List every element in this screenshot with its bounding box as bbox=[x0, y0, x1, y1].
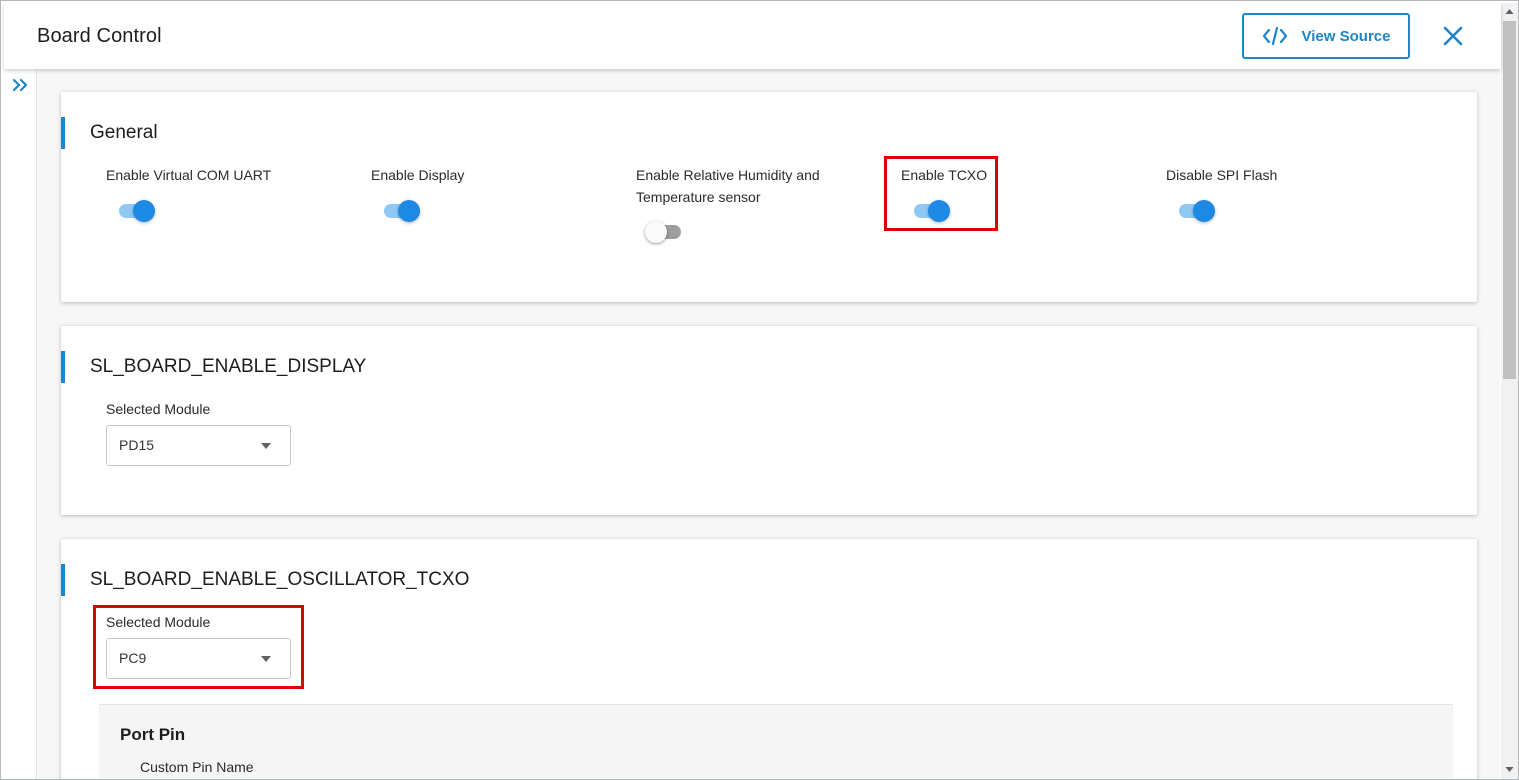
custom-pin-name-label: Custom Pin Name bbox=[140, 759, 254, 775]
toggle-enable-display[interactable] bbox=[380, 199, 420, 223]
toggle-label-humidity-line2: Temperature sensor bbox=[636, 189, 761, 205]
side-rail bbox=[1, 69, 37, 779]
toggle-label-tcxo: Enable TCXO bbox=[901, 167, 988, 183]
toggle-label-spi-flash: Disable SPI Flash bbox=[1166, 167, 1278, 183]
double-chevron-right-icon[interactable] bbox=[11, 77, 29, 93]
tcxo-module-select[interactable]: PC9 bbox=[106, 638, 291, 679]
general-card: General Enable Virtual COM UART Enable D… bbox=[61, 92, 1477, 302]
vertical-scrollbar[interactable] bbox=[1501, 3, 1518, 779]
general-title: General bbox=[61, 117, 158, 149]
tcxo-selected-module-label: Selected Module bbox=[106, 614, 211, 630]
display-selected-module-label: Selected Module bbox=[106, 401, 211, 417]
tcxo-module-value: PC9 bbox=[119, 650, 147, 666]
header-bar: Board Control View Source bbox=[4, 3, 1501, 69]
toggle-label-virtual-com: Enable Virtual COM UART bbox=[106, 167, 272, 183]
toggle-disable-spi-flash[interactable] bbox=[1175, 199, 1215, 223]
display-module-select[interactable]: PD15 bbox=[106, 425, 291, 466]
port-pin-title: Port Pin bbox=[120, 725, 186, 744]
close-icon bbox=[1443, 26, 1463, 46]
toggle-label-humidity-line1: Enable Relative Humidity and bbox=[636, 167, 820, 183]
view-source-button[interactable]: View Source bbox=[1242, 13, 1410, 59]
view-source-label: View Source bbox=[1301, 27, 1391, 45]
code-icon bbox=[1262, 26, 1287, 46]
display-section-title: SL_BOARD_ENABLE_DISPLAY bbox=[61, 351, 366, 383]
scroll-up-arrow-icon[interactable] bbox=[1505, 7, 1514, 16]
chevron-down-icon bbox=[261, 443, 271, 449]
scroll-down-arrow-icon[interactable] bbox=[1505, 765, 1514, 774]
toggle-virtual-com-uart[interactable] bbox=[115, 199, 155, 223]
tcxo-section-title: SL_BOARD_ENABLE_OSCILLATOR_TCXO bbox=[61, 564, 469, 596]
toggle-enable-tcxo[interactable] bbox=[910, 199, 950, 223]
toggle-label-display: Enable Display bbox=[371, 167, 465, 183]
display-card: SL_BOARD_ENABLE_DISPLAY Selected Module … bbox=[61, 326, 1477, 515]
page-title: Board Control bbox=[37, 25, 162, 47]
toggle-humidity-temperature-sensor[interactable] bbox=[645, 220, 685, 244]
board-control-window: Board Control View Source General Enable… bbox=[0, 0, 1519, 780]
chevron-down-icon bbox=[261, 656, 271, 662]
close-button[interactable] bbox=[1440, 23, 1466, 49]
port-pin-panel: Port Pin Custom Pin Name bbox=[99, 704, 1453, 779]
display-module-value: PD15 bbox=[119, 437, 155, 453]
scrollbar-thumb[interactable] bbox=[1503, 21, 1516, 379]
